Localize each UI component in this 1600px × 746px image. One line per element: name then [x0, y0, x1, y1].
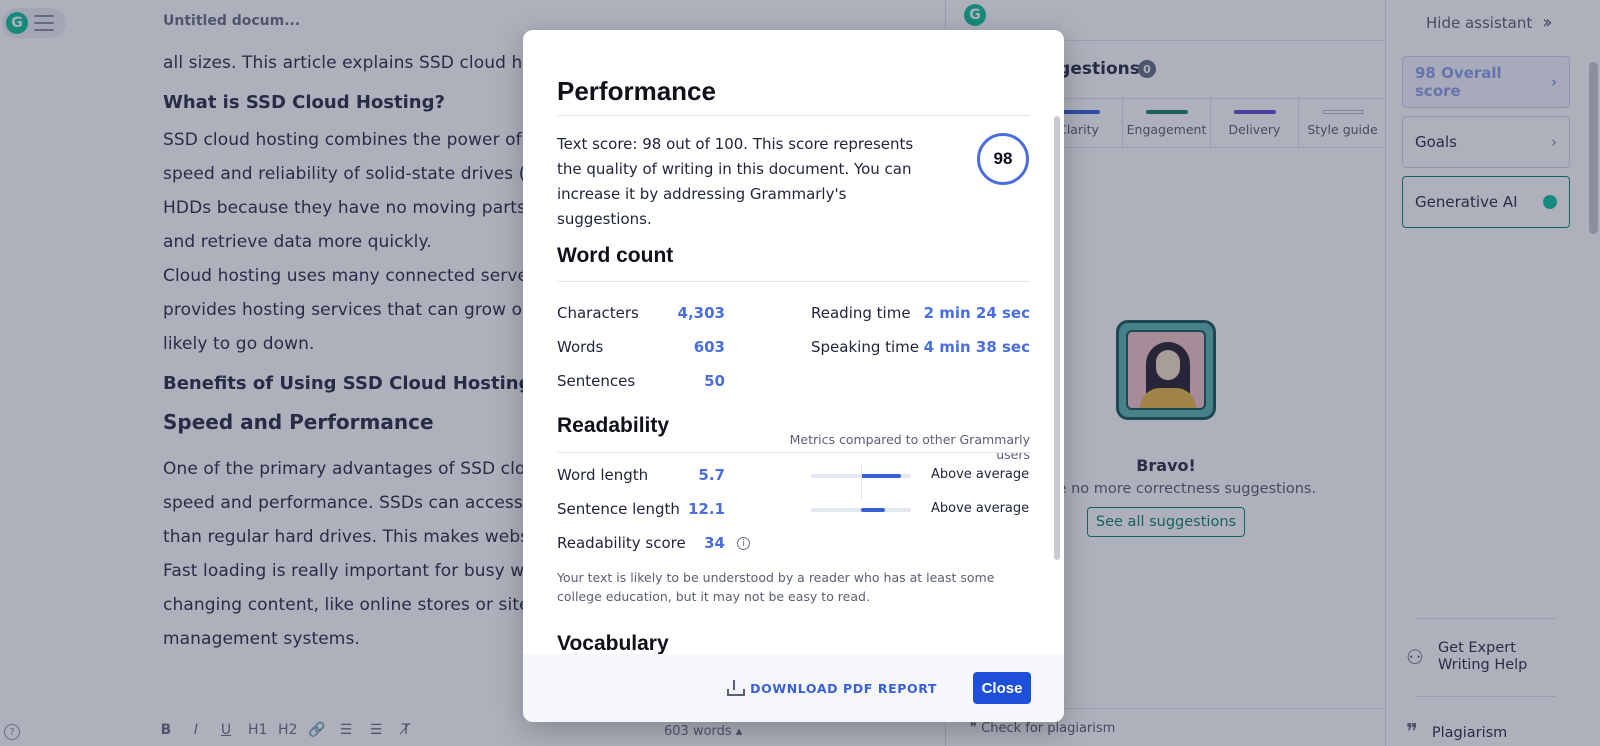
divider [557, 452, 1030, 453]
readability-title: Readability [557, 414, 670, 437]
characters-label: Characters [557, 304, 639, 322]
performance-description: Text score: 98 out of 100. This score re… [557, 135, 914, 228]
vocabulary-title: Vocabulary [557, 632, 669, 654]
performance-title: Performance [557, 76, 716, 106]
download-label: DOWNLOAD PDF REPORT [750, 680, 937, 696]
word-count-title: Word count [557, 244, 674, 267]
readability-score-label: Readability score [557, 534, 686, 552]
speaking-time-value: 4 min 38 sec [923, 338, 1030, 356]
sentence-length-bar [811, 508, 911, 512]
readability-note: Metrics compared to other Grammarly user… [789, 432, 1030, 462]
characters-value: 4,303 [677, 304, 725, 322]
dialog-footer: DOWNLOAD PDF REPORT Close [523, 654, 1064, 722]
sentences-value: 50 [704, 372, 725, 390]
sentence-length-level: Above average [931, 501, 1030, 516]
dialog-scrollbar[interactable] [1054, 116, 1060, 560]
performance-dialog: Performance Text score: 98 out of 100. T… [523, 30, 1064, 722]
readability-explanation: Your text is likely to be understood by … [557, 570, 995, 604]
sentence-length-value: 12.1 [687, 500, 725, 518]
words-value: 603 [693, 338, 725, 356]
word-length-bar [811, 464, 911, 500]
readability-score-value: 34 [704, 534, 725, 552]
divider [557, 281, 1030, 282]
sentence-length-fill [861, 508, 885, 512]
reading-time-label: Reading time [811, 304, 911, 322]
sentences-label: Sentences [557, 372, 636, 390]
dialog-content: Performance Text score: 98 out of 100. T… [523, 30, 1064, 654]
words-label: Words [557, 338, 604, 356]
divider [557, 115, 1030, 116]
sentence-length-label: Sentence length [557, 500, 680, 518]
download-icon [726, 680, 746, 696]
close-button[interactable]: Close [973, 672, 1031, 704]
score-ring: 98 [977, 133, 1029, 185]
word-length-label: Word length [557, 466, 649, 484]
reading-time-value: 2 min 24 sec [923, 304, 1030, 322]
word-length-value: 5.7 [698, 466, 725, 484]
info-icon[interactable]: i [737, 537, 750, 550]
word-length-level: Above average [931, 467, 1030, 482]
speaking-time-label: Speaking time [811, 338, 920, 356]
word-length-fill [861, 474, 901, 478]
download-pdf-report-button[interactable]: DOWNLOAD PDF REPORT [726, 680, 937, 696]
